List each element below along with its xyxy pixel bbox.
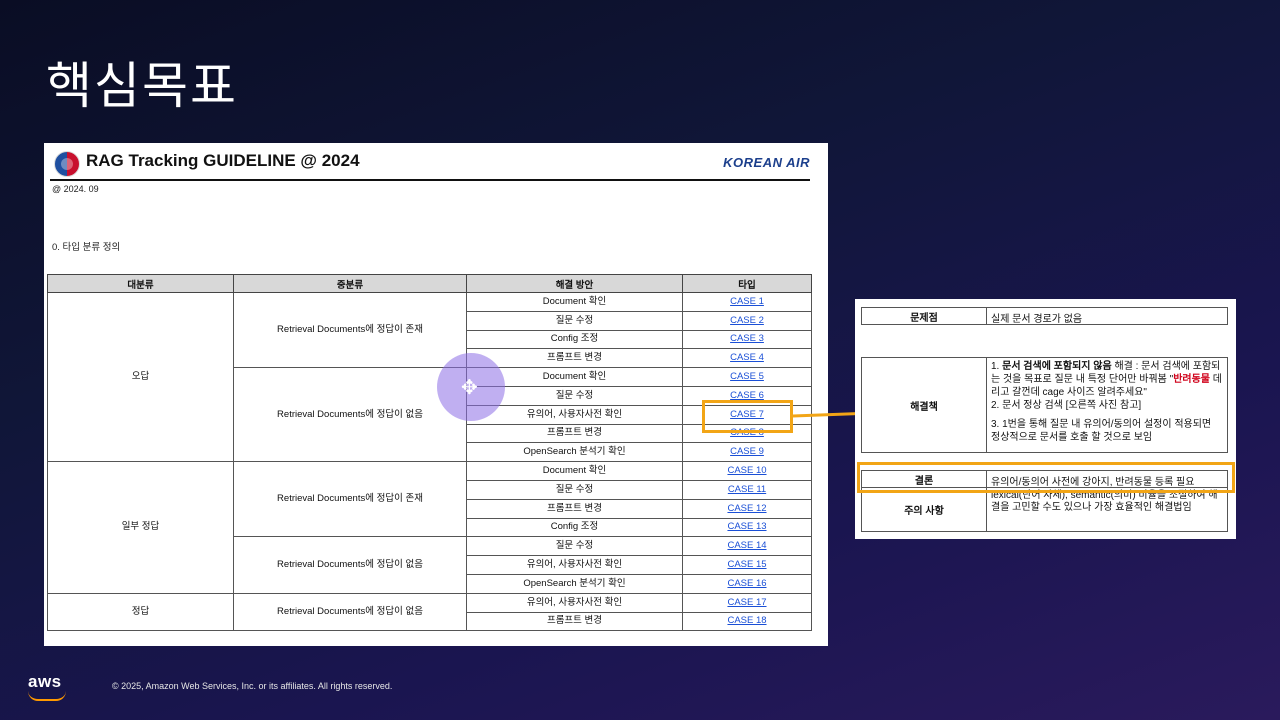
solution-label: 해결책: [862, 358, 987, 452]
conclusion-highlight-box: [857, 462, 1235, 493]
aws-logo: aws: [28, 672, 62, 691]
solution-step-2: 2. 문서 정상 검색 [오른쪽 사진 참고]: [991, 400, 1142, 411]
solution-value: 1. 문서 검색에 포함되지 않음 해결 : 문서 검색에 포함되는 것을 목표…: [991, 360, 1223, 444]
caution-label: 주의 사항: [862, 488, 987, 531]
problem-value: 실제 문서 경로가 없음: [991, 314, 1083, 325]
copyright-text: © 2025, Amazon Web Services, Inc. or its…: [112, 681, 393, 691]
caution-row: 주의 사항 lexical(단어 자체), semantic(의미) 비율을 조…: [861, 488, 1228, 532]
problem-label: 문제점: [862, 308, 987, 324]
case-detail-panel: 문제점 실제 문서 경로가 없음 해결책 1. 문서 검색에 포함되지 않음 해…: [855, 299, 1236, 539]
problem-row: 문제점 실제 문서 경로가 없음: [861, 307, 1228, 325]
solution-step-1: 1. 문서 검색에 포함되지 않음 해결 : 문서 검색에 포함되는 것을 목표…: [991, 361, 1222, 398]
aws-smile-icon: [28, 691, 66, 701]
caution-value: lexical(단어 자체), semantic(의미) 비율을 조절하여 해결…: [991, 490, 1218, 513]
solution-step-3: 3. 1번을 통해 질문 내 유의어/동의어 설정이 적용되면 정상적으로 문서…: [991, 419, 1212, 443]
solution-row: 해결책 1. 문서 검색에 포함되지 않음 해결 : 문서 검색에 포함되는 것…: [861, 357, 1228, 453]
